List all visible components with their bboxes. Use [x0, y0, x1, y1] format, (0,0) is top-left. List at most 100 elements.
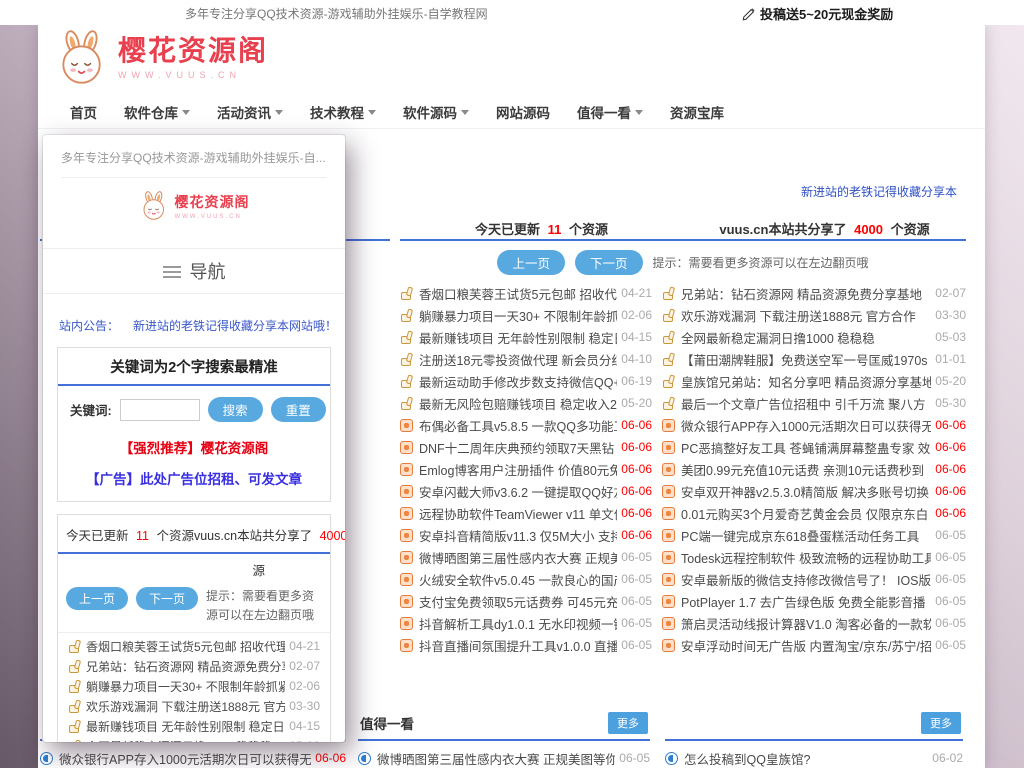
nav-item[interactable]: 软件源码	[403, 102, 469, 122]
resource-row[interactable]: 躺赚暴力项目一天30+ 不限制年龄抓紧上车 02-06	[400, 304, 652, 326]
resource-row[interactable]: 兄弟站：钻石资源网 精品资源免费分享基地 02-07	[662, 282, 966, 304]
pencil-icon	[742, 7, 756, 21]
submit-reward-link[interactable]: 投稿送5~20元现金奖励	[742, 4, 893, 23]
resource-row[interactable]: 安卓双开神器v2.5.3.0精简版 解决多账号切换 06-06	[662, 480, 966, 502]
resource-row[interactable]: 安卓浮动时间无广告版 内置淘宝/京东/苏宁/招 06-05	[662, 634, 966, 656]
resource-title: 欢乐游戏漏洞 下载注册送1888元 官方合作	[681, 306, 931, 325]
worth-reading-item-title: 怎么投稿到QQ皇族馆?	[684, 749, 928, 768]
resource-row[interactable]: 抖音直播间氛围提升工具v1.0.0 直播间自动发 06-05	[400, 634, 652, 656]
resource-row[interactable]: PC端一键完成京东618叠蛋糕活动任务工具 06-05	[662, 524, 966, 546]
resource-row[interactable]: 全网最新稳定漏洞日撸1000 稳稳稳 05-03	[662, 326, 966, 348]
next-page-button[interactable]: 下一页	[136, 587, 198, 610]
resource-row[interactable]: 最后一个文章广告位招租中 引千万流 聚八方 05-30	[662, 392, 966, 414]
resource-title: 微博晒图第三届性感内衣大赛 正规美图等你欣	[419, 548, 617, 567]
resource-row[interactable]: 最新无风险包赔赚钱项目 稳定收入200-500元 05-20	[400, 392, 652, 414]
resource-row[interactable]: 兄弟站：钻石资源网 精品资源免费分享基 02-07	[68, 656, 320, 676]
resource-row[interactable]: 香烟口粮芙蓉王试货5元包邮 招收代理 04-21	[400, 282, 652, 304]
pagination-tip: 提示：需要看更多资源可以在左边翻页哦	[653, 254, 869, 271]
resource-row[interactable]: 美团0.99元充值10元话费 亲测10元话费秒到 06-06	[662, 458, 966, 480]
resource-row[interactable]: 安卓闪截大师v3.6.2 一键提取QQ好友发的闪图 06-06	[400, 480, 652, 502]
resource-row[interactable]: 抖音解析工具dy1.0.1 无水印视频一键解析软件 06-05	[400, 612, 652, 634]
new-icon	[400, 595, 413, 608]
recommend-ad-link[interactable]: 【强烈推荐】樱花资源阁	[58, 437, 330, 457]
resource-row[interactable]: Todesk远程控制软件 极致流畅的远程协助工具 06-05	[662, 546, 966, 568]
overlay-stat-wrap: 源	[58, 554, 330, 581]
ad-slot-link[interactable]: 【广告】此处广告位招租、可发文章	[58, 468, 330, 488]
resource-date: 05-20	[935, 374, 966, 388]
resource-row[interactable]: 微博晒图第三届性感内衣大赛 正规美图等你欣 06-05	[400, 546, 652, 568]
overlay-nav-toggle[interactable]: 导航	[43, 248, 345, 294]
nav-item[interactable]: 资源宝库	[670, 102, 724, 122]
overlay-site-logo[interactable]: 樱花资源阁 WWW.VUUS.CN	[43, 191, 345, 221]
resource-row[interactable]: 香烟口粮芙蓉王试货5元包邮 招收代理 04-21	[68, 636, 320, 656]
resource-row[interactable]: 注册送18元零投资做代理 新会员分红存1000 04-10	[400, 348, 652, 370]
nav-item[interactable]: 网站源码	[496, 102, 550, 122]
notice-link[interactable]: 新进站的老铁记得收藏分享本网站哦！	[133, 319, 329, 333]
reset-button[interactable]: 重置	[271, 397, 326, 422]
nav-item[interactable]: 技术教程	[310, 102, 376, 122]
resource-title: 抖音直播间氛围提升工具v1.0.0 直播间自动发	[419, 636, 617, 655]
resource-row[interactable]: 微众银行APP存入1000元活期次日可以获得无 06-06	[662, 414, 966, 436]
resource-row[interactable]: 安卓最新版的微信支持修改微信号了！ IOS版 06-05	[662, 568, 966, 590]
next-page-button[interactable]: 下一页	[575, 250, 643, 275]
resource-row[interactable]: 躺赚暴力项目一天30+ 不限制年龄抓紧上 02-06	[68, 676, 320, 696]
resource-title: 香烟口粮芙蓉王试货5元包邮 招收代理	[86, 638, 285, 655]
resource-title: 【莆田潮牌鞋服】免费送空军一号匡威1970s	[681, 350, 931, 369]
resource-row[interactable]: 布偶必备工具v5.8.5 一款QQ多功能工具软件 06-06	[400, 414, 652, 436]
worth-reading-row[interactable]: 微博晒图第三届性感内衣大赛 正规美图等你欣赏 06-05	[358, 745, 650, 768]
resource-row[interactable]: 最新运动助手修改步数支持微信QQ+ZFB步 06-19	[400, 370, 652, 392]
resource-title: 抖音解析工具dy1.0.1 无水印视频一键解析软件	[419, 614, 617, 633]
more-button[interactable]: 更多	[608, 712, 648, 734]
new-icon	[400, 617, 413, 630]
pagination: 上一页 下一页 提示：需要看更多资源可以在左边翻页哦	[400, 241, 966, 282]
resource-row[interactable]: 远程协助软件TeamViewer v11 单文件版 方便 06-06	[400, 502, 652, 524]
resource-row[interactable]: PC恶搞整好友工具 苍蝇铺满屏幕整蛊专家 效 06-06	[662, 436, 966, 458]
site-logo[interactable]: 樱花资源阁 WWW.VUUS.CN	[54, 30, 268, 86]
nav-item[interactable]: 值得一看	[577, 102, 643, 122]
resource-row[interactable]: 皇族馆兄弟站：知名分享吧 精品资源分享基地 05-20	[662, 370, 966, 392]
new-icon	[662, 551, 675, 564]
resource-row[interactable]: 火绒安全软件v5.0.45 一款良心的国产安全软件 06-05	[400, 568, 652, 590]
nav-item[interactable]: 活动资讯	[217, 102, 283, 122]
resource-list-right: 兄弟站：钻石资源网 精品资源免费分享基地 02-07 欢乐游戏漏洞 下载注册送1…	[662, 282, 966, 656]
prev-page-button[interactable]: 上一页	[66, 587, 128, 610]
resource-row[interactable]: Emlog博客用户注册插件 价值80元免费分享 06-06	[400, 458, 652, 480]
more-button[interactable]: 更多	[921, 712, 961, 734]
worth-reading-item-title: 微博晒图第三届性感内衣大赛 正规美图等你欣赏	[377, 749, 615, 768]
nav-item[interactable]: 首页	[70, 102, 97, 122]
resource-row[interactable]: 0.01元购买3个月爱奇艺黄金会员 仅限京东白 06-06	[662, 502, 966, 524]
resource-row[interactable]: PotPlayer 1.7 去广告绿色版 免费全能影音播 06-05	[662, 590, 966, 612]
resource-date: 06-06	[621, 462, 652, 476]
announcement-marquee[interactable]: 新进站的老铁记得收藏分享本	[801, 183, 957, 200]
resource-title: 欢乐游戏漏洞 下载注册送1888元 官方合	[86, 698, 285, 715]
resource-lists: 香烟口粮芙蓉王试货5元包邮 招收代理 04-21 躺赚暴力项目一天30+ 不限制…	[400, 282, 966, 656]
site-tagline: 多年专注分享QQ技术资源-游戏辅助外挂娱乐-自学教程网	[185, 5, 488, 22]
overlay-stats-header: 今天已更新 11 个资源 vuus.cn本站共分享了 4000 个资	[58, 515, 330, 554]
keyword-input[interactable]	[120, 399, 200, 421]
resource-row[interactable]: 最新赚钱项目 无年龄性别限制 稳定日撸 04-15	[68, 716, 320, 736]
resource-row[interactable]: 欢乐游戏漏洞 下载注册送1888元 官方合 03-30	[68, 696, 320, 716]
resource-date: 06-06	[935, 418, 966, 432]
resource-row[interactable]: 安卓抖音精简版v11.3 仅5M大小 支持账号登录 06-06	[400, 524, 652, 546]
resource-row[interactable]: 支付宝免费领取5元话费券 可45元充值三网50 06-05	[400, 590, 652, 612]
resource-date: 06-05	[621, 550, 652, 564]
thumb-icon	[662, 397, 675, 410]
prev-page-button[interactable]: 上一页	[497, 250, 565, 275]
resource-row[interactable]: 【莆田潮牌鞋服】免费送空军一号匡威1970s 01-01	[662, 348, 966, 370]
resource-title: 安卓浮动时间无广告版 内置淘宝/京东/苏宁/招	[681, 636, 931, 655]
search-button[interactable]: 搜索	[208, 397, 263, 422]
worth-reading-row[interactable]: 微众银行APP存入1000元活期次日可以获得无门 06-06	[40, 745, 346, 768]
resource-date: 06-06	[621, 440, 652, 454]
thumb-icon	[400, 375, 413, 388]
resource-row[interactable]: 欢乐游戏漏洞 下载注册送1888元 官方合作 03-30	[662, 304, 966, 326]
resource-row[interactable]: 全网最新稳定漏洞日撸1000 稳稳稳 05-03	[68, 736, 320, 742]
desktop-background: 多年专注分享QQ技术资源-游戏辅助外挂娱乐-自学教程网 投稿送5~20元现金奖励	[0, 0, 1024, 768]
worth-reading-row[interactable]: 怎么投稿到QQ皇族馆? 06-02	[665, 745, 963, 768]
nav-item[interactable]: 软件仓库	[124, 102, 190, 122]
resource-row[interactable]: DNF十二周年庆典预约领取7天黑钻 回归用户 06-06	[400, 436, 652, 458]
worth-reading-box: 更多 怎么投稿到QQ皇族馆? 06-02	[665, 697, 963, 768]
resource-row[interactable]: 最新赚钱项目 无年龄性别限制 稳定日撸300+ 04-15	[400, 326, 652, 348]
worth-reading-item-date: 06-02	[932, 751, 963, 765]
resource-row[interactable]: 箫启灵活动线报计算器V1.0 淘客必备的一款软 06-05	[662, 612, 966, 634]
resource-date: 06-05	[935, 572, 966, 586]
